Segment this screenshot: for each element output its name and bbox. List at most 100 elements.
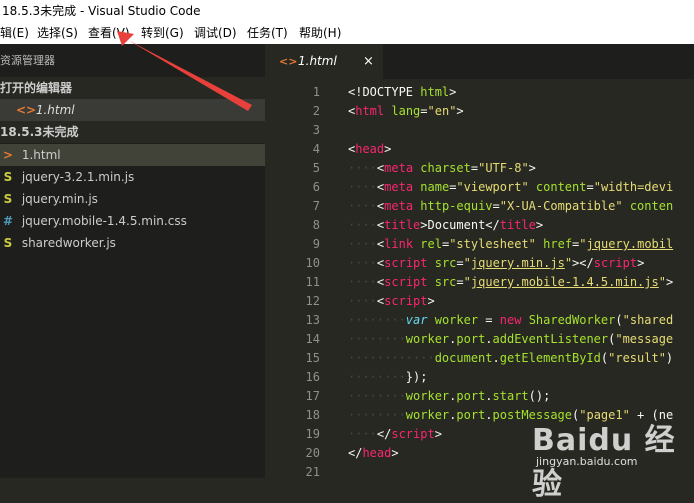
code-token: worker bbox=[434, 313, 479, 327]
code-token: "en" bbox=[427, 104, 457, 118]
menu-debug[interactable]: 调试(D) bbox=[194, 23, 237, 44]
file-name: 1.html bbox=[21, 148, 61, 162]
code-token: worker bbox=[405, 389, 450, 403]
js-file-icon: S bbox=[3, 170, 13, 184]
code-line: ····</script> bbox=[348, 425, 442, 444]
code-token: ········ bbox=[348, 389, 406, 403]
line-number: 17 bbox=[305, 389, 320, 403]
line-number: 14 bbox=[305, 332, 320, 346]
title-bar: 18.5.3未完成 - Visual Studio Code bbox=[0, 0, 694, 23]
code-token: >Document</ bbox=[420, 218, 500, 232]
code-token: conten bbox=[629, 199, 674, 213]
code-line: <html lang="en"> bbox=[348, 102, 464, 121]
menu-goto[interactable]: 转到(G) bbox=[141, 23, 184, 44]
line-number: 6 bbox=[312, 180, 320, 194]
tab-1-html[interactable]: <> 1.html × bbox=[265, 44, 383, 79]
code-token: document bbox=[434, 351, 493, 365]
code-token: "shared bbox=[622, 313, 674, 327]
code-token: . bbox=[485, 408, 493, 422]
code-token: > bbox=[434, 427, 442, 441]
open-editors-header[interactable]: 打开的编辑器 bbox=[0, 77, 265, 99]
code-line: ····<title>Document</title> bbox=[348, 216, 543, 235]
code-line: ····<meta http-equiv="X-UA-Compatible" c… bbox=[348, 197, 673, 216]
open-editor-item[interactable]: <> 1.html bbox=[0, 99, 281, 121]
code-token: " bbox=[463, 275, 471, 289]
code-token: meta bbox=[384, 161, 414, 175]
code-token: > bbox=[637, 256, 645, 270]
code-line: ····<script src="jquery.mobile-1.4.5.min… bbox=[348, 273, 673, 292]
code-token: lang bbox=[391, 104, 421, 118]
code-token: SharedWorker bbox=[528, 313, 616, 327]
menu-view[interactable]: 查看(V) bbox=[88, 23, 130, 44]
editor-area: <> 1.html × 1 2 3 4 5 6 7 8 9 10 11 12 13 14 15 16 17 18 1… bbox=[265, 44, 694, 479]
code-line: </head> bbox=[348, 444, 399, 463]
code-token: port bbox=[456, 389, 486, 403]
code-token: ···· bbox=[348, 237, 377, 251]
line-number: 15 bbox=[305, 351, 320, 365]
code-line: ····<script> bbox=[348, 292, 435, 311]
file-name: jquery-3.2.1.min.js bbox=[21, 170, 135, 184]
code-token: jquery.min.js bbox=[470, 256, 565, 270]
code-token: href bbox=[543, 237, 573, 251]
explorer-sidebar: 资源管理器 打开的编辑器 <> 1.html 18.5.3未完成 > 1.htm… bbox=[0, 44, 281, 478]
code-token: script bbox=[384, 256, 428, 270]
menu-help[interactable]: 帮助(H) bbox=[299, 23, 341, 44]
tab-label: 1.html bbox=[298, 54, 337, 68]
code-token: link bbox=[384, 237, 414, 251]
code-token: ········ bbox=[348, 408, 406, 422]
open-editors-header-label: 打开的编辑器 bbox=[0, 81, 73, 95]
close-icon[interactable]: × bbox=[363, 44, 374, 79]
code-token: new bbox=[499, 313, 522, 327]
code-token: ········ bbox=[348, 313, 406, 327]
code-token: title bbox=[384, 218, 421, 232]
code-token: . bbox=[492, 351, 500, 365]
line-number: 9 bbox=[312, 237, 320, 251]
code-token: rel bbox=[420, 237, 442, 251]
code-token: = bbox=[456, 256, 464, 270]
line-number: 11 bbox=[305, 275, 320, 289]
code-token: > bbox=[535, 218, 544, 232]
file-item-jquery-321[interactable]: S jquery-3.2.1.min.js bbox=[0, 166, 267, 188]
code-token: ···· bbox=[348, 180, 377, 194]
code-token: " bbox=[564, 256, 573, 270]
line-number: 4 bbox=[312, 142, 320, 156]
code-token: title bbox=[499, 218, 536, 232]
code-token: head bbox=[362, 446, 392, 460]
code-token: script bbox=[593, 256, 638, 270]
code-line: ····<script src="jquery.min.js"></script… bbox=[348, 254, 644, 273]
menu-edit[interactable]: 辑(E) bbox=[0, 23, 29, 44]
code-token: ···· bbox=[348, 199, 377, 213]
menu-selection[interactable]: 选择(S) bbox=[37, 23, 78, 44]
html-file-icon: <> bbox=[279, 55, 298, 68]
file-item-jquery-min[interactable]: S jquery.min.js bbox=[0, 188, 267, 210]
code-token: > bbox=[391, 446, 399, 460]
code-token: port bbox=[456, 408, 486, 422]
file-name: jquery.mobile-1.4.5.min.css bbox=[21, 214, 187, 228]
code-line: <head> bbox=[348, 140, 391, 159]
file-item-sharedworker[interactable]: S sharedworker.js bbox=[0, 232, 267, 254]
code-token: " bbox=[658, 275, 666, 289]
folder-header[interactable]: 18.5.3未完成 bbox=[0, 121, 265, 143]
code-token: = bbox=[586, 180, 594, 194]
file-item-jquery-mobile-css[interactable]: # jquery.mobile-1.4.5.min.css bbox=[0, 210, 267, 232]
code-token: ···· bbox=[348, 427, 377, 441]
open-editor-name: 1.html bbox=[35, 103, 75, 117]
code-token: ············ bbox=[348, 351, 435, 365]
baidu-watermark: Baidu 经验 jingyan.baidu.com bbox=[532, 415, 692, 502]
code-line: ········}); bbox=[348, 368, 427, 387]
code-token: html bbox=[355, 104, 385, 118]
menu-tasks[interactable]: 任务(T) bbox=[247, 23, 288, 44]
code-token: = bbox=[456, 275, 464, 289]
file-name: jquery.min.js bbox=[21, 192, 98, 206]
code-token: "stylesheet" bbox=[449, 237, 536, 251]
code-token: = bbox=[470, 161, 479, 175]
code-token: <!DOCTYPE bbox=[348, 85, 421, 99]
code-token: " bbox=[579, 237, 587, 251]
code-token: > bbox=[528, 161, 536, 175]
line-number: 8 bbox=[312, 218, 320, 232]
code-token: html bbox=[420, 85, 450, 99]
file-item-1-html[interactable]: > 1.html bbox=[0, 144, 267, 166]
